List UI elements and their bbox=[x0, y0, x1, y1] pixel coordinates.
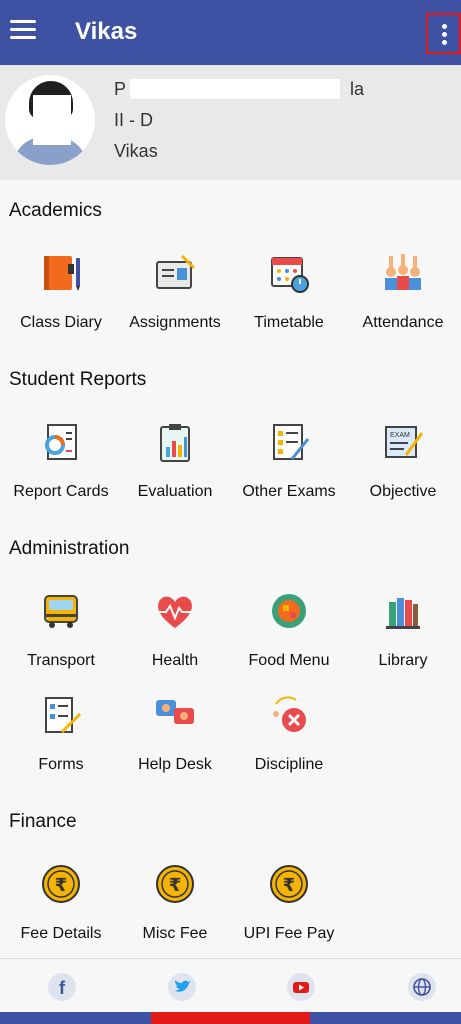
tile-forms[interactable]: Forms bbox=[4, 692, 118, 782]
tile-label: Objective bbox=[369, 483, 437, 500]
svg-text:EXAM: EXAM bbox=[390, 432, 410, 439]
name-redaction bbox=[130, 79, 340, 99]
report-card-icon bbox=[45, 424, 77, 460]
calendar-clock-icon bbox=[271, 257, 309, 293]
app-title: Vikas bbox=[75, 18, 138, 45]
app-bar: Vikas bbox=[0, 0, 461, 65]
tile-class-diary[interactable]: Class Diary bbox=[4, 250, 118, 340]
tile-label: Misc Fee bbox=[142, 925, 208, 942]
tile-timetable[interactable]: Timetable bbox=[232, 250, 346, 340]
tile-label: Evaluation bbox=[137, 483, 213, 500]
more-options-button[interactable] bbox=[426, 13, 461, 54]
tile-label: Health bbox=[151, 652, 199, 669]
exam-checklist-icon bbox=[273, 424, 310, 460]
tile-label: Discipline bbox=[254, 756, 324, 773]
food-plate-icon bbox=[272, 594, 306, 628]
more-vertical-icon bbox=[442, 24, 447, 29]
tile-label: UPI Fee Pay bbox=[243, 925, 335, 942]
tile-label: Assignments bbox=[129, 314, 221, 331]
more-dot bbox=[442, 40, 447, 45]
section-administration-title: Administration bbox=[9, 538, 130, 559]
facebook-icon[interactable]: f bbox=[48, 973, 76, 1001]
assignments-icon bbox=[156, 254, 196, 289]
more-dot bbox=[442, 32, 447, 37]
profile-card[interactable]: P la II - D Vikas bbox=[0, 65, 461, 180]
tile-label: Attendance bbox=[362, 314, 444, 331]
section-finance-title: Finance bbox=[9, 811, 77, 832]
tile-label: Library bbox=[378, 652, 428, 669]
social-links-bar: f bbox=[0, 958, 461, 1014]
youtube-icon[interactable] bbox=[287, 973, 315, 1001]
svg-text:₹: ₹ bbox=[55, 875, 68, 896]
tile-label: Other Exams bbox=[242, 483, 336, 500]
tile-help-desk[interactable]: Help Desk bbox=[118, 692, 232, 782]
tile-label: Report Cards bbox=[13, 483, 109, 500]
rupee-coin-icon: ₹ bbox=[42, 865, 80, 903]
tile-health[interactable]: Health bbox=[118, 588, 232, 678]
books-icon bbox=[386, 598, 420, 629]
tile-fee-details[interactable]: ₹ Fee Details bbox=[4, 861, 118, 951]
clipboard-chart-icon bbox=[160, 424, 190, 462]
tile-label: Fee Details bbox=[20, 925, 102, 942]
raised-hands-icon bbox=[385, 254, 421, 290]
tile-food-menu[interactable]: Food Menu bbox=[232, 588, 346, 678]
bottom-strip bbox=[0, 1012, 461, 1024]
school-bus-icon bbox=[44, 595, 78, 628]
rupee-coin-icon: ₹ bbox=[270, 865, 308, 903]
bottom-strip-highlight bbox=[151, 1012, 310, 1024]
twitter-icon[interactable] bbox=[168, 973, 196, 1001]
exam-paper-icon: EXAM bbox=[385, 426, 424, 458]
tile-report-cards[interactable]: Report Cards bbox=[4, 419, 118, 509]
form-icon bbox=[45, 697, 82, 734]
tile-label: Help Desk bbox=[138, 756, 212, 773]
tile-label: Forms bbox=[38, 756, 84, 773]
heart-pulse-icon bbox=[156, 596, 194, 628]
section-student-reports-title: Student Reports bbox=[9, 369, 147, 390]
tile-attendance[interactable]: Attendance bbox=[346, 250, 460, 340]
tile-library[interactable]: Library bbox=[346, 588, 460, 678]
student-name-suffix: la bbox=[350, 79, 365, 99]
tile-label: Transport bbox=[27, 652, 95, 669]
tile-assignments[interactable]: Assignments bbox=[118, 250, 232, 340]
tile-label: Food Menu bbox=[248, 652, 330, 669]
hamburger-icon[interactable] bbox=[10, 20, 36, 42]
tile-misc-fee[interactable]: ₹ Misc Fee bbox=[118, 861, 232, 951]
school-name: Vikas bbox=[114, 141, 158, 161]
diary-icon bbox=[44, 256, 80, 291]
tile-transport[interactable]: Transport bbox=[4, 588, 118, 678]
student-name: P bbox=[114, 79, 127, 99]
tile-label: Class Diary bbox=[20, 314, 102, 331]
tile-other-exams[interactable]: Other Exams bbox=[232, 419, 346, 509]
prohibited-icon bbox=[273, 696, 306, 732]
avatar bbox=[5, 75, 95, 165]
tile-evaluation[interactable]: Evaluation bbox=[118, 419, 232, 509]
globe-icon[interactable] bbox=[408, 973, 436, 1001]
svg-text:f: f bbox=[59, 978, 66, 998]
tile-discipline[interactable]: Discipline bbox=[232, 692, 346, 782]
section-academics-title: Academics bbox=[9, 200, 102, 221]
svg-text:₹: ₹ bbox=[169, 875, 182, 896]
svg-text:₹: ₹ bbox=[283, 875, 296, 896]
tile-label: Timetable bbox=[254, 314, 324, 331]
chat-support-icon bbox=[156, 700, 194, 724]
tile-upi-fee-pay[interactable]: ₹ UPI Fee Pay bbox=[232, 861, 346, 951]
rupee-coin-icon: ₹ bbox=[156, 865, 194, 903]
student-class: II - D bbox=[114, 110, 153, 130]
tile-objective[interactable]: EXAM Objective bbox=[346, 419, 460, 509]
